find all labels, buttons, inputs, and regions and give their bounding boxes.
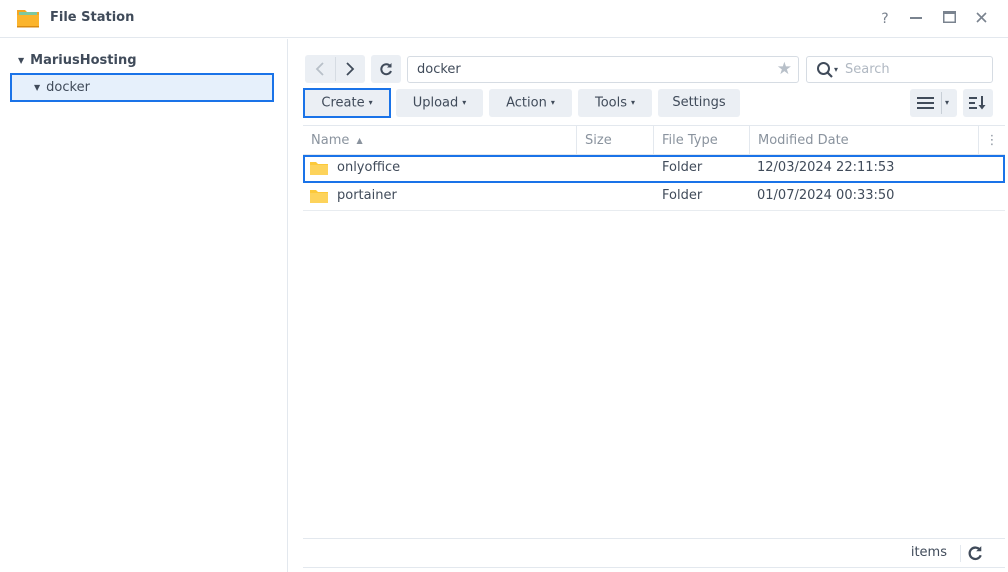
back-button[interactable] (305, 55, 335, 83)
search-icon[interactable] (816, 61, 834, 79)
sort-ascending-icon: ▲ (356, 136, 363, 145)
view-mode-group: ▾ (910, 89, 957, 117)
column-header-modified-date[interactable]: Modified Date (750, 126, 979, 155)
file-station-icon (17, 10, 39, 28)
tree-root-label: MariusHosting (30, 53, 137, 68)
file-name: portainer (337, 188, 397, 203)
tools-label: Tools (594, 95, 627, 111)
tools-button[interactable]: Tools ▾ (578, 89, 652, 117)
modified-date: 01/07/2024 00:33:50 (757, 188, 895, 203)
table-row[interactable]: portainer Folder 01/07/2024 00:33:50 (303, 183, 1005, 211)
search-options-caret-icon[interactable]: ▾ (834, 57, 838, 82)
folder-icon (310, 162, 328, 175)
file-name: onlyoffice (337, 160, 401, 175)
action-label: Action (506, 95, 547, 111)
view-divider (941, 92, 942, 114)
maximize-icon[interactable] (939, 9, 959, 29)
status-bar: items (303, 538, 1005, 568)
view-options-caret-icon[interactable]: ▾ (945, 89, 949, 117)
tree-node-docker[interactable]: ▼ docker (10, 73, 274, 102)
column-name-label: Name (311, 133, 350, 148)
sort-icon (969, 96, 986, 110)
search-input[interactable] (845, 57, 985, 82)
upload-button[interactable]: Upload ▾ (396, 89, 483, 117)
app-title: File Station (50, 10, 135, 25)
column-header-name[interactable]: Name ▲ (303, 126, 577, 155)
action-button[interactable]: Action ▾ (489, 89, 572, 117)
path-field[interactable]: docker ★ (407, 56, 799, 83)
search-field[interactable]: ▾ (806, 56, 993, 83)
caret-down-icon: ▾ (631, 98, 636, 107)
table-row[interactable]: onlyoffice Folder 12/03/2024 22:11:53 (303, 155, 1005, 183)
file-type: Folder (662, 188, 703, 203)
column-header-file-type[interactable]: File Type (654, 126, 750, 155)
item-count-label: items (910, 545, 947, 560)
file-grid: Name ▲ Size File Type Modified Date ⋮ on… (303, 125, 1005, 211)
tree-root-mariushosting[interactable]: ▼ MariusHosting (18, 53, 137, 68)
title-bar: File Station ? (0, 0, 1008, 38)
history-nav (305, 55, 365, 83)
refresh-icon[interactable] (967, 545, 983, 561)
star-icon[interactable]: ★ (777, 57, 792, 82)
column-header-size[interactable]: Size (577, 126, 654, 155)
caret-down-icon: ▾ (462, 98, 467, 107)
upload-label: Upload (412, 95, 459, 111)
settings-label: Settings (672, 95, 726, 110)
column-options-icon[interactable]: ⋮ (979, 126, 1005, 155)
footer-divider (960, 545, 961, 562)
folder-icon (310, 190, 328, 203)
settings-button[interactable]: Settings (658, 89, 740, 117)
close-icon[interactable] (971, 9, 991, 29)
caret-down-icon: ▾ (368, 98, 373, 107)
file-type: Folder (662, 160, 703, 175)
create-button[interactable]: Create ▾ (303, 88, 391, 118)
caret-down-icon: ▾ (550, 98, 555, 107)
minimize-icon[interactable] (906, 9, 926, 29)
forward-button[interactable] (335, 55, 365, 83)
refresh-button[interactable] (371, 55, 401, 83)
folder-tree: ▼ MariusHosting ▼ docker (0, 39, 288, 572)
refresh-icon (380, 63, 392, 76)
list-view-icon[interactable] (917, 96, 934, 114)
tree-node-label: docker (46, 80, 90, 95)
modified-date: 12/03/2024 22:11:53 (757, 160, 895, 175)
caret-down-icon[interactable]: ▼ (34, 75, 40, 100)
caret-down-icon[interactable]: ▼ (18, 56, 24, 65)
path-value: docker (417, 62, 461, 77)
create-label: Create (321, 95, 365, 111)
sort-button[interactable] (963, 89, 993, 117)
grid-header: Name ▲ Size File Type Modified Date ⋮ (303, 125, 1005, 155)
help-icon[interactable]: ? (875, 9, 895, 29)
